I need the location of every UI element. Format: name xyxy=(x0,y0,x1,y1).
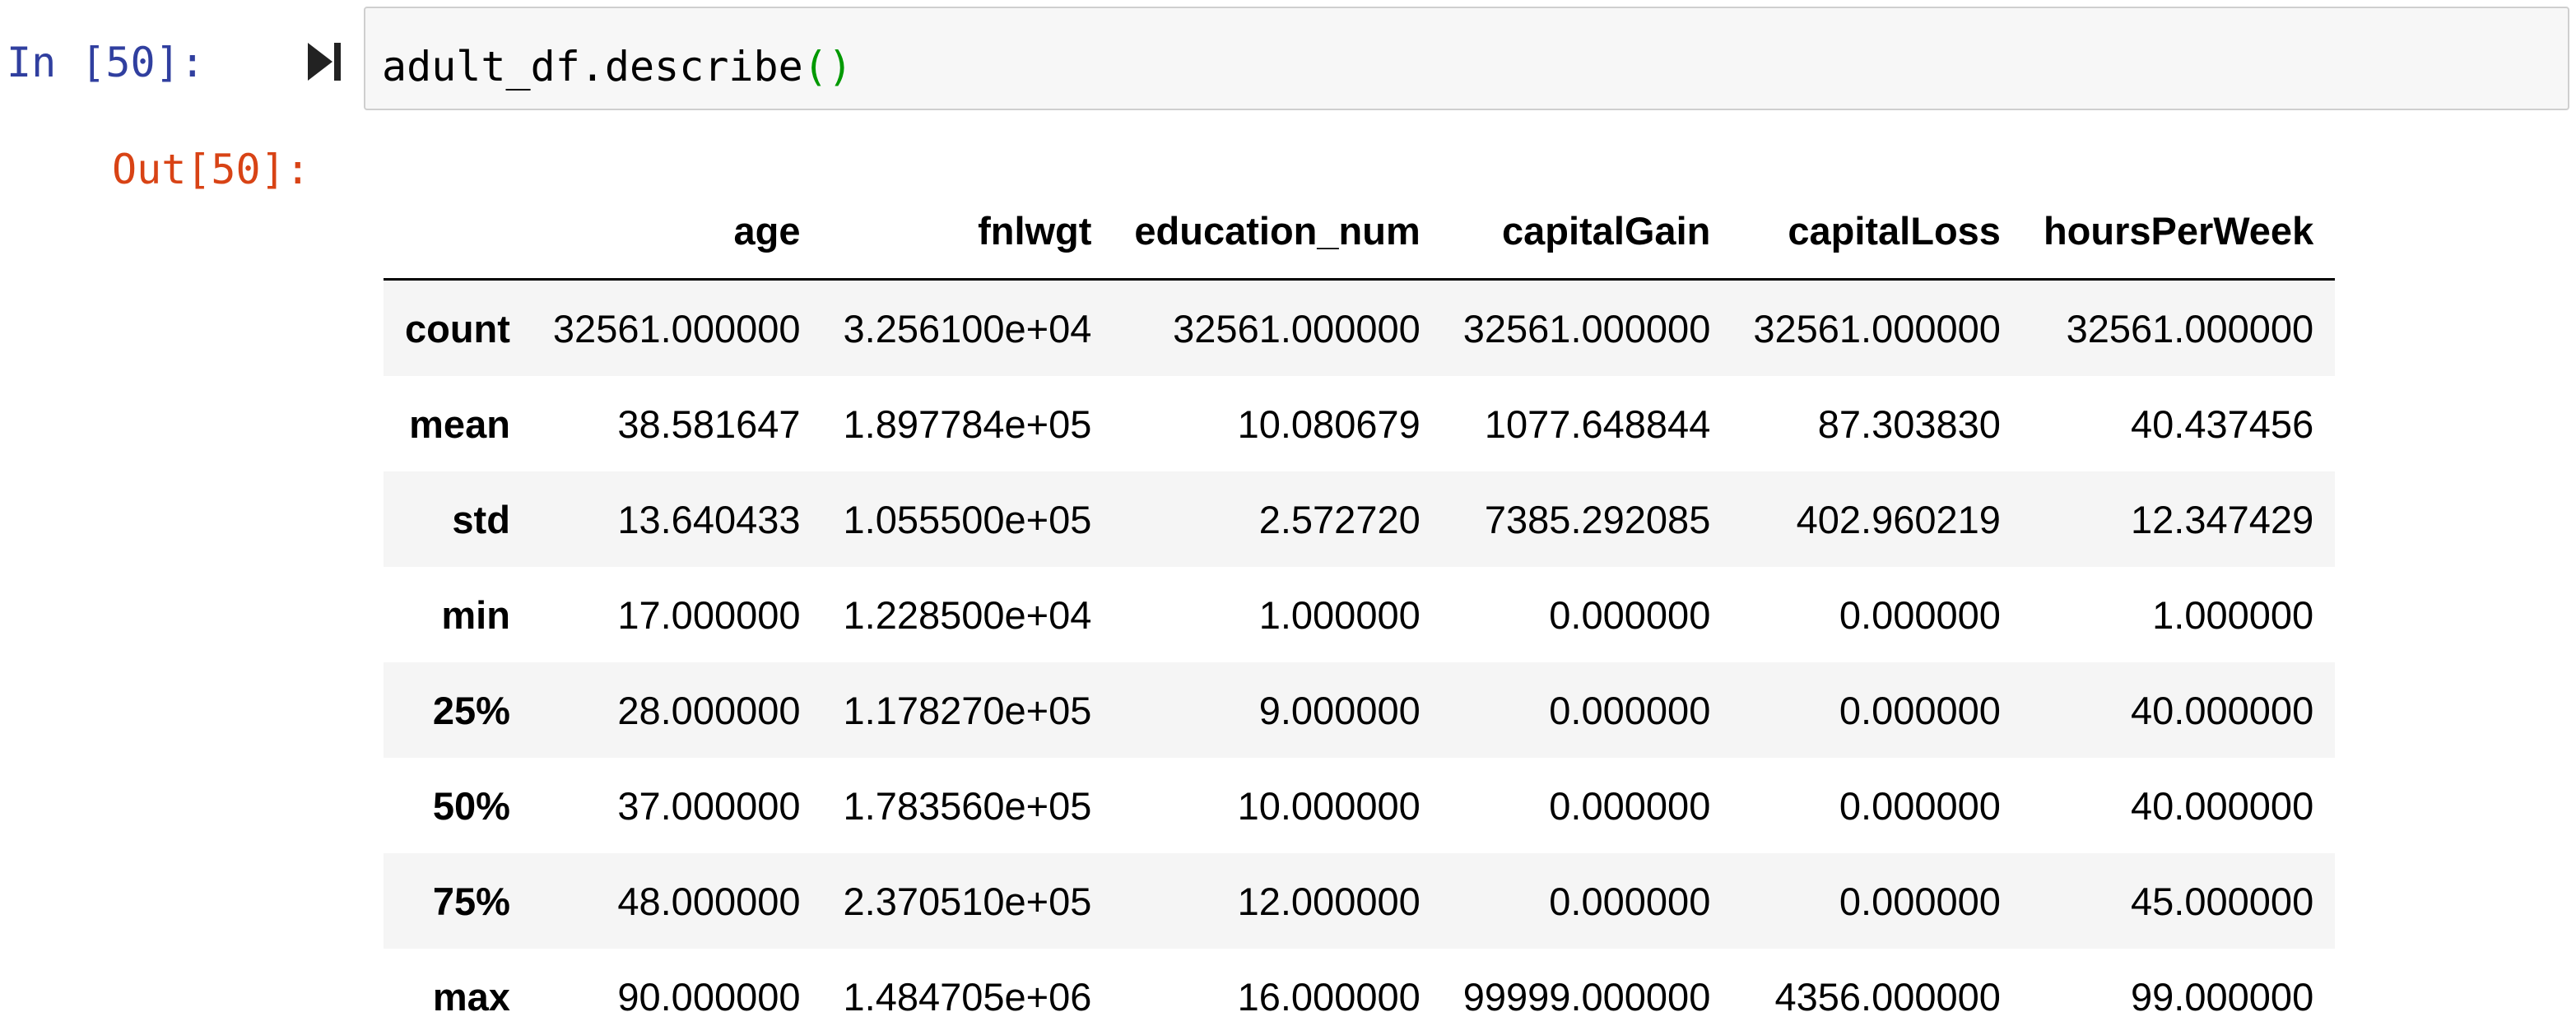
row-label: std xyxy=(452,497,510,541)
table-cell: 1.000000 xyxy=(2152,592,2314,637)
table-cell: 32561.000000 xyxy=(552,306,801,351)
table-row: std 13.640433 1.055500e+05 2.572720 7385… xyxy=(384,471,2336,567)
table-cell: 0.000000 xyxy=(1839,592,2001,637)
table-cell: 13.640433 xyxy=(617,497,801,541)
table-cell: 10.000000 xyxy=(1237,783,1421,828)
output-area: age fnlwgt education_num capitalGain cap… xyxy=(384,183,2576,1026)
table-cell: 1.055500e+05 xyxy=(843,497,1092,541)
column-header: capitalLoss xyxy=(1732,183,2022,281)
table-cell: 1.178270e+05 xyxy=(843,688,1092,732)
table-cell: 3.256100e+04 xyxy=(843,306,1092,351)
index-header xyxy=(384,183,532,281)
step-forward-icon[interactable] xyxy=(308,41,342,82)
table-row: max 90.000000 1.484705e+06 16.000000 999… xyxy=(384,949,2336,1026)
table-row: count 32561.000000 3.256100e+04 32561.00… xyxy=(384,279,2336,376)
table-cell: 0.000000 xyxy=(1839,879,2001,923)
table-cell: 45.000000 xyxy=(2131,879,2314,923)
table-cell: 40.000000 xyxy=(2131,783,2314,828)
table-cell: 32561.000000 xyxy=(1173,306,1421,351)
column-header: capitalGain xyxy=(1441,183,1732,281)
input-prompt: In [50]: xyxy=(7,39,205,86)
table-cell: 9.000000 xyxy=(1258,688,1421,732)
table-cell: 32561.000000 xyxy=(1753,306,2001,351)
table-header-row: age fnlwgt education_num capitalGain cap… xyxy=(384,183,2336,281)
table-cell: 48.000000 xyxy=(617,879,801,923)
table-row: mean 38.581647 1.897784e+05 10.080679 10… xyxy=(384,376,2336,471)
table-cell: 0.000000 xyxy=(1839,783,2001,828)
table-row: 75% 48.000000 2.370510e+05 12.000000 0.0… xyxy=(384,853,2336,949)
table-cell: 12.000000 xyxy=(1237,879,1421,923)
code-input-editor[interactable]: adult_df.describe() xyxy=(364,7,2569,110)
table-cell: 0.000000 xyxy=(1549,783,1711,828)
row-label: mean xyxy=(409,402,510,446)
table-cell: 402.960219 xyxy=(1796,497,2001,541)
table-cell: 1.783560e+05 xyxy=(843,783,1092,828)
table-cell: 7385.292085 xyxy=(1484,497,1711,541)
row-label: 25% xyxy=(432,688,510,732)
table-cell: 10.080679 xyxy=(1237,402,1421,446)
table-cell: 87.303830 xyxy=(1817,402,2001,446)
table-row: 25% 28.000000 1.178270e+05 9.000000 0.00… xyxy=(384,662,2336,758)
describe-table: age fnlwgt education_num capitalGain cap… xyxy=(384,183,2336,1026)
table-cell: 32561.000000 xyxy=(2066,306,2314,351)
table-cell: 12.347429 xyxy=(2131,497,2314,541)
row-label: min xyxy=(441,592,510,637)
column-header: fnlwgt xyxy=(821,183,1114,281)
output-prompt: Out[50]: xyxy=(112,146,310,193)
table-cell: 2.572720 xyxy=(1258,497,1421,541)
column-header: hoursPerWeek xyxy=(2021,183,2336,281)
table-cell: 0.000000 xyxy=(1549,688,1711,732)
table-cell: 0.000000 xyxy=(1839,688,2001,732)
table-row: 50% 37.000000 1.783560e+05 10.000000 0.0… xyxy=(384,758,2336,853)
code-expression: adult_df.describe xyxy=(382,43,803,91)
table-cell: 40.000000 xyxy=(2131,688,2314,732)
table-cell: 16.000000 xyxy=(1237,974,1421,1019)
row-label: 75% xyxy=(432,879,510,923)
column-header: age xyxy=(531,183,822,281)
code-parens: () xyxy=(802,43,853,91)
table-cell: 32561.000000 xyxy=(1462,306,1711,351)
table-cell: 1.484705e+06 xyxy=(843,974,1092,1019)
table-cell: 37.000000 xyxy=(617,783,801,828)
table-cell: 99.000000 xyxy=(2131,974,2314,1019)
table-cell: 90.000000 xyxy=(617,974,801,1019)
table-cell: 1077.648844 xyxy=(1484,402,1711,446)
table-cell: 99999.000000 xyxy=(1462,974,1711,1019)
table-cell: 1.000000 xyxy=(1258,592,1421,637)
table-row: min 17.000000 1.228500e+04 1.000000 0.00… xyxy=(384,567,2336,662)
row-label: count xyxy=(405,306,510,351)
row-label: max xyxy=(432,974,510,1019)
table-cell: 38.581647 xyxy=(617,402,801,446)
column-header: education_num xyxy=(1113,183,1442,281)
table-cell: 4356.000000 xyxy=(1774,974,2001,1019)
table-cell: 28.000000 xyxy=(617,688,801,732)
row-label: 50% xyxy=(432,783,510,828)
table-cell: 1.897784e+05 xyxy=(843,402,1092,446)
table-cell: 40.437456 xyxy=(2131,402,2314,446)
table-cell: 0.000000 xyxy=(1549,879,1711,923)
table-cell: 1.228500e+04 xyxy=(843,592,1092,637)
table-cell: 2.370510e+05 xyxy=(843,879,1092,923)
code-text[interactable]: adult_df.describe() xyxy=(382,8,853,125)
table-cell: 0.000000 xyxy=(1549,592,1711,637)
table-cell: 17.000000 xyxy=(617,592,801,637)
